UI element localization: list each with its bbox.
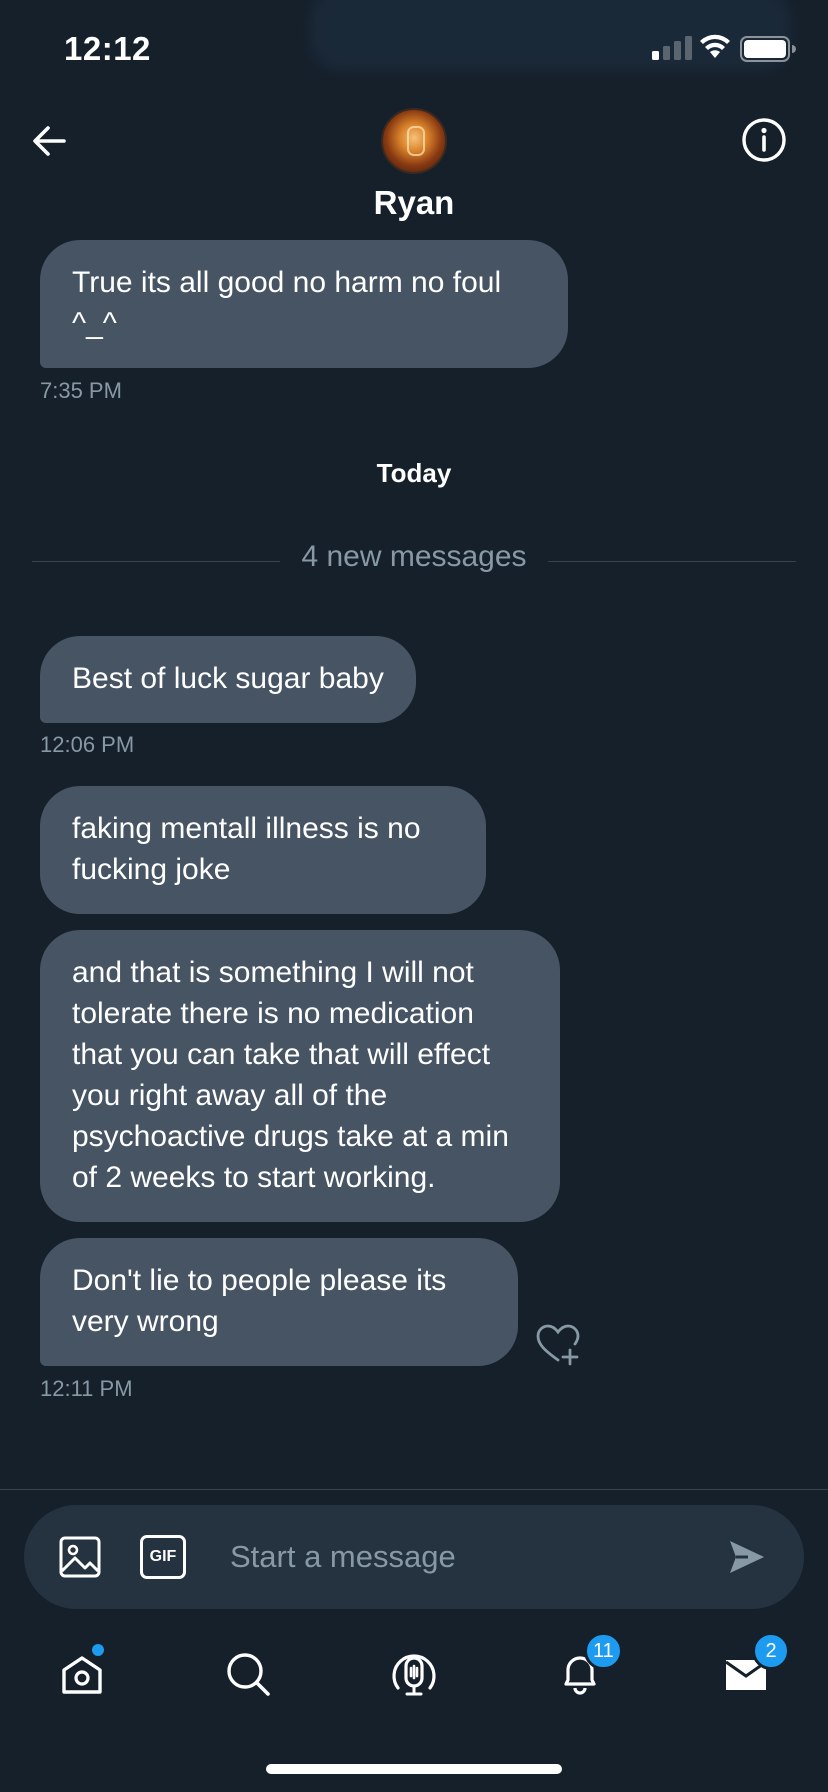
new-messages-divider: 4 new messages: [32, 540, 796, 584]
nav-home[interactable]: [54, 1644, 110, 1702]
message-text: and that is something I will not tolerat…: [72, 956, 509, 1194]
wifi-icon: [700, 34, 730, 58]
composer-divider: [0, 1489, 828, 1490]
message-bubble[interactable]: faking mentall illness is no fucking jok…: [40, 786, 486, 914]
battery-icon: [740, 36, 796, 62]
conversation-header: Ryan: [0, 100, 828, 230]
message-text: True its all good no harm no foul ^_^: [72, 266, 502, 340]
gif-icon[interactable]: GIF: [140, 1535, 186, 1579]
avatar[interactable]: [381, 108, 447, 174]
image-icon[interactable]: [58, 1535, 102, 1579]
nav-messages[interactable]: 2: [718, 1632, 790, 1702]
nav-spaces[interactable]: [386, 1646, 442, 1702]
send-icon[interactable]: [726, 1537, 766, 1577]
search-icon: [227, 1653, 270, 1696]
spaces-microphone-icon: [392, 1654, 436, 1696]
message-bubble[interactable]: Best of luck sugar baby: [40, 636, 416, 723]
home-unread-dot: [92, 1644, 104, 1656]
message-text: Don't lie to people please its very wron…: [72, 1264, 447, 1338]
status-bar: 12:12: [0, 0, 828, 100]
add-reaction-heart-icon[interactable]: [534, 1322, 582, 1366]
divider-line: [548, 561, 796, 562]
status-time: 12:12: [64, 30, 151, 67]
message-bubble[interactable]: and that is something I will not tolerat…: [40, 930, 560, 1222]
message-text: Best of luck sugar baby: [72, 662, 384, 695]
message-timestamp: 12:11 PM: [40, 1376, 133, 1401]
bottom-navigation: 11 2: [0, 1620, 828, 1730]
message-composer: GIF: [24, 1505, 804, 1609]
cellular-signal-icon: [652, 36, 692, 60]
messages-badge: 2: [752, 1632, 790, 1670]
notifications-badge: 11: [584, 1632, 623, 1670]
message-timestamp: 7:35 PM: [40, 378, 122, 403]
message-timestamp: 12:06 PM: [40, 732, 135, 757]
message-input[interactable]: [230, 1535, 710, 1579]
nav-notifications[interactable]: 11: [552, 1632, 623, 1702]
message-bubble[interactable]: True its all good no harm no foul ^_^: [40, 240, 568, 368]
new-messages-label: 4 new messages: [301, 540, 527, 573]
message-text: faking mentall illness is no fucking jok…: [72, 812, 421, 886]
day-label: Today: [376, 458, 452, 488]
contact-name[interactable]: Ryan: [0, 184, 828, 222]
home-icon: [62, 1656, 102, 1694]
nav-search[interactable]: [220, 1646, 276, 1702]
info-icon[interactable]: [740, 116, 788, 164]
home-indicator[interactable]: [266, 1764, 562, 1774]
message-bubble[interactable]: Don't lie to people please its very wron…: [40, 1238, 518, 1366]
arrow-left-icon[interactable]: [28, 120, 70, 162]
